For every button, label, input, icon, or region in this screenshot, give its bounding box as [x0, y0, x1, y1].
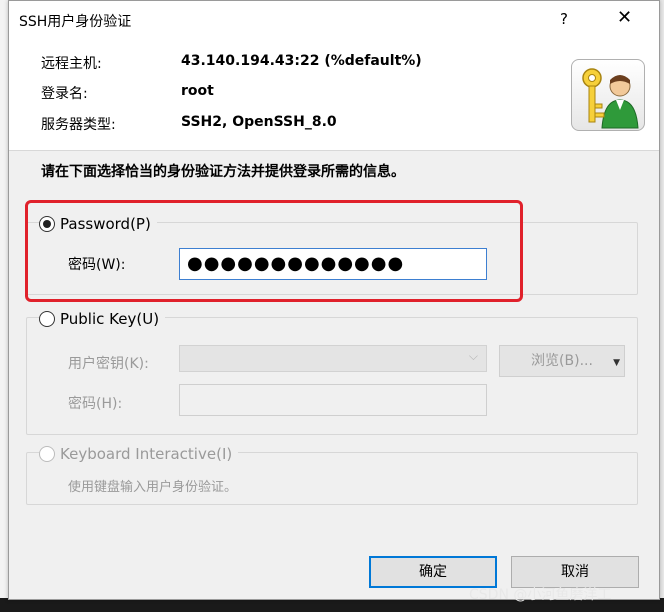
keyboard-interactive-radio[interactable]: Keyboard Interactive(I): [39, 445, 239, 463]
chevron-down-icon: ⌵: [468, 349, 478, 363]
public-key-radio[interactable]: Public Key(U): [39, 310, 166, 328]
user-key-label: 用户密钥(K):: [68, 356, 149, 372]
annotation-highlight-box: [25, 200, 523, 302]
connection-info: 远程主机: 43.140.194.43:22 (%default%) 登录名: …: [9, 39, 659, 151]
keyboard-interactive-hint: 使用键盘输入用户身份验证。: [68, 480, 238, 495]
instruction-text: 请在下面选择恰当的身份验证方法并提供登录所需的信息。: [41, 164, 405, 180]
dialog-title: SSH用户身份验证: [19, 14, 132, 30]
keyboard-interactive-radio-button[interactable]: [39, 446, 55, 462]
ssh-auth-dialog: SSH用户身份验证 ? ✕ 远程主机: 43.140.194.43:22 (%d…: [8, 0, 660, 603]
passphrase-label: 密码(H):: [68, 396, 123, 412]
server-type-label: 服务器类型:: [41, 117, 116, 133]
public-key-radio-mnemonic: (U): [136, 310, 160, 328]
browse-button[interactable]: 浏览(B)... ▼: [499, 345, 625, 377]
passphrase-input[interactable]: [179, 384, 487, 416]
host-value: 43.140.194.43:22 (%default%): [181, 53, 422, 69]
keyboard-interactive-radio-mnemonic: (I): [216, 445, 233, 463]
title-bar: SSH用户身份验证 ? ✕: [9, 1, 659, 39]
watermark-text: CSDN @小河鱼磨洋工: [469, 587, 612, 603]
login-label: 登录名:: [41, 86, 88, 102]
browse-button-label: 浏览(B)...: [531, 353, 593, 369]
user-key-select[interactable]: ⌵: [179, 345, 487, 372]
server-type-value: SSH2, OpenSSH_8.0: [181, 114, 337, 130]
close-button[interactable]: ✕: [617, 7, 632, 28]
keyboard-interactive-radio-label: Keyboard Interactive: [60, 445, 217, 463]
public-key-radio-label: Public Key: [60, 310, 137, 328]
public-key-radio-button[interactable]: [39, 311, 55, 327]
dropdown-arrow-icon: ▼: [613, 358, 620, 368]
help-button[interactable]: ?: [560, 10, 568, 28]
login-value: root: [181, 83, 214, 99]
host-label: 远程主机:: [41, 56, 102, 72]
key-user-icon: [571, 59, 645, 131]
